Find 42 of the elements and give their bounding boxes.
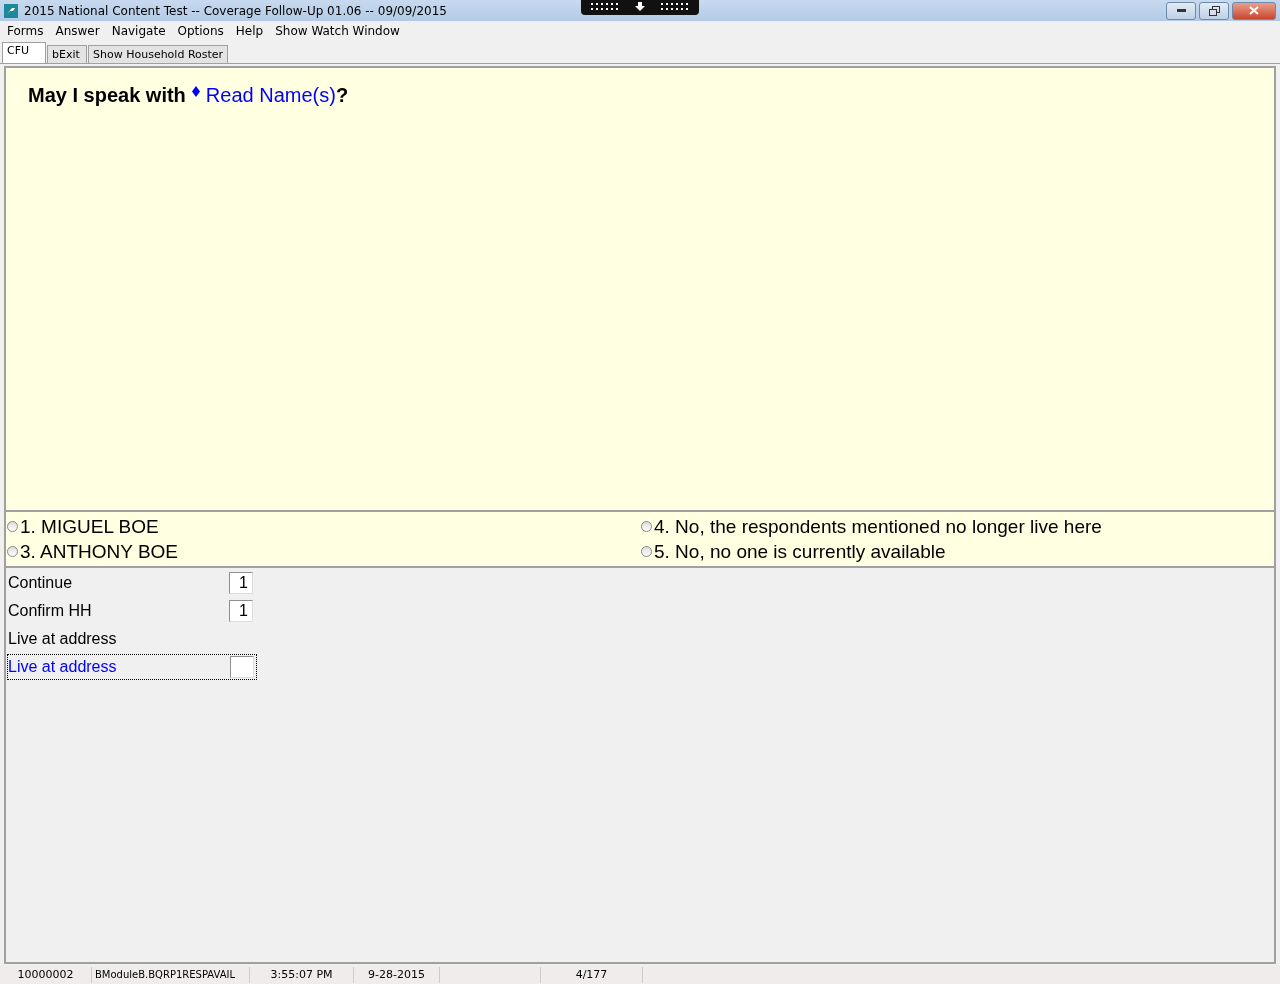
status-cell: BModuleB.BQRP1RESPAVAIL (92, 967, 250, 983)
status-cell: 10000002 (0, 967, 92, 983)
status-cell: 9-28-2015 (354, 967, 440, 983)
answer-label: 1. MIGUEL BOE (20, 515, 159, 538)
tab[interactable]: bExit (47, 45, 87, 63)
tab[interactable]: Show Household Roster (88, 45, 229, 63)
menu-item[interactable]: Forms (2, 24, 51, 38)
close-button[interactable] (1232, 1, 1276, 20)
question-mark-text: ? (335, 84, 349, 107)
section-label: Live at address (8, 630, 117, 648)
minimize-icon (1176, 9, 1186, 12)
answer-label: 5. No, no one is currently available (654, 540, 946, 563)
input-field[interactable] (230, 656, 254, 678)
radio-button[interactable] (7, 521, 18, 532)
menu-item[interactable]: Navigate (106, 24, 173, 38)
menu-item[interactable]: Answer (50, 24, 107, 38)
app-icon (4, 3, 18, 18)
input-field[interactable]: 1 (229, 600, 253, 622)
menu-item[interactable]: Options (172, 24, 231, 38)
restore-button[interactable] (1199, 1, 1229, 20)
close-icon (1249, 6, 1259, 15)
restore-icon (1208, 5, 1220, 16)
minimize-button[interactable] (1166, 1, 1196, 20)
status-cell: 3:55:07 PM (250, 967, 354, 983)
tab[interactable]: CFU (2, 42, 46, 63)
menu-item[interactable]: Show Watch Window (270, 24, 407, 38)
field-label: Live at address (8, 658, 117, 676)
window-title: 2015 National Content Test -- Coverage Follow-Up 01.06 -- 09/09/2015 (24, 3, 447, 18)
answer-label: 3. ANTHONY BOE (20, 540, 179, 563)
fill-text: Read Name(s) (205, 84, 336, 107)
dock-handle-icon[interactable] (581, 0, 699, 16)
field-label: Continue (8, 574, 73, 592)
radio-button[interactable] (641, 521, 652, 532)
question-text: May I speak with (28, 84, 186, 107)
radio-button[interactable] (7, 546, 18, 557)
input-field[interactable]: 1 (229, 572, 253, 594)
answer-label: 4. No, the respondents mentioned no longer live here (654, 515, 1102, 538)
radio-button[interactable] (641, 546, 652, 557)
status-cell: 4/177 (541, 967, 643, 983)
diamond-icon (191, 86, 200, 97)
menu-item[interactable]: Help (230, 24, 271, 38)
field-label: Confirm HH (8, 602, 92, 620)
